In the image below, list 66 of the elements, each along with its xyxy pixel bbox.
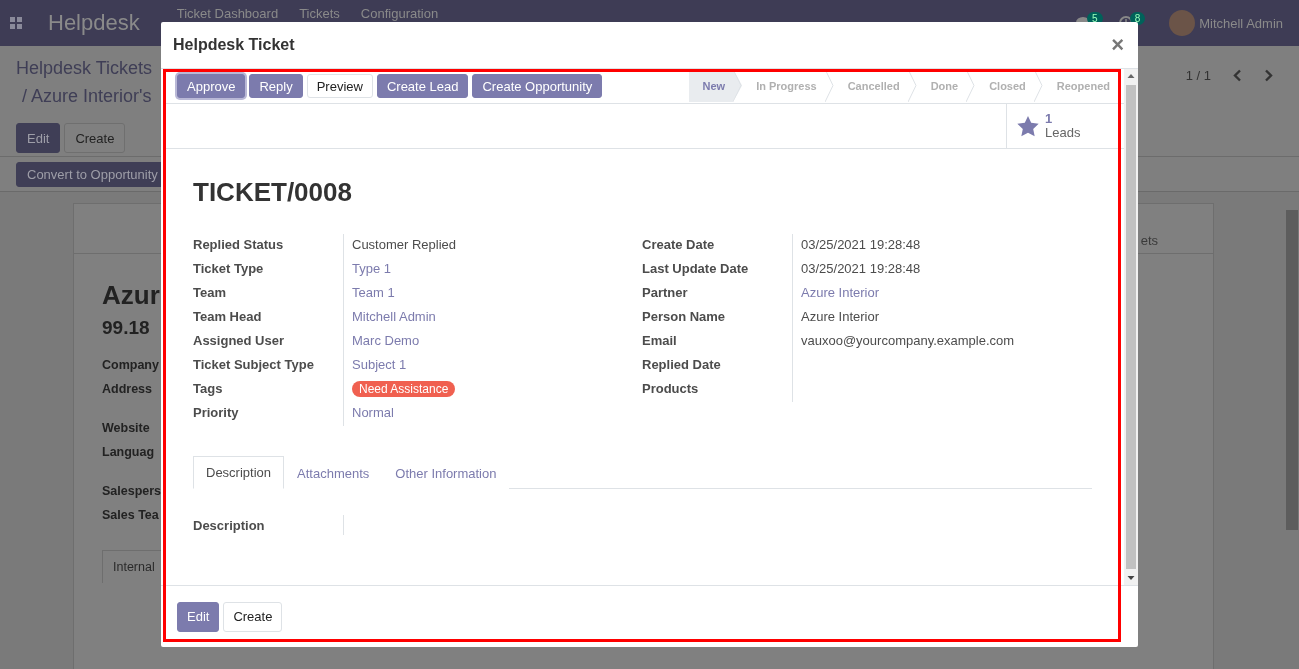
field-label: Assigned User [193, 332, 286, 350]
create-button[interactable]: Create [223, 601, 283, 632]
notebook-tab[interactable]: Description [193, 456, 285, 489]
ticket-number: TICKET/0008 [193, 177, 353, 208]
chevron-right-icon[interactable] [1264, 68, 1273, 82]
field-link[interactable]: Normal [352, 405, 394, 420]
field-label: Replied Date [642, 356, 722, 374]
action-button[interactable]: Create Lead [376, 74, 469, 98]
user-name[interactable]: Mitchell Admin [1199, 15, 1283, 31]
app-title: Helpdesk [48, 10, 140, 36]
tag-chip: Need Assistance [352, 381, 456, 397]
star-icon [1017, 115, 1039, 137]
field-label: Person Name [642, 308, 727, 326]
pager-value: 1 / 1 [1185, 67, 1211, 83]
field-label: Priority [193, 404, 240, 422]
field-label: Languag [102, 444, 155, 461]
activity-count-badge: 8 [1129, 11, 1146, 25]
chevron-separator-icon [733, 69, 743, 102]
close-button[interactable]: × [1109, 32, 1126, 58]
field-link[interactable]: Subject 1 [352, 357, 407, 372]
action-button[interactable]: Approve [177, 74, 246, 98]
field-value: Azure Interior [801, 309, 880, 324]
menu-item[interactable]: Configuration [360, 6, 439, 21]
field-label: Website [102, 420, 150, 437]
field-label: Team Head [193, 308, 263, 326]
field-link[interactable]: Marc Demo [352, 333, 420, 348]
field-label: Partner [642, 284, 689, 302]
record-title: Azur [102, 280, 160, 311]
field-value: 03/25/2021 19:28:48 [801, 237, 921, 252]
dialog-title: Helpdesk Ticket [173, 36, 296, 54]
field-label: Description [193, 517, 266, 535]
field-link[interactable]: Team 1 [352, 285, 395, 300]
record-subtitle: 99.18 [102, 317, 150, 339]
field-value: Customer Replied [352, 237, 457, 252]
field-value: vauxoo@yourcompany.example.com [801, 333, 1015, 348]
field-label: Sales Tea [102, 507, 159, 524]
breadcrumb-current: / Azure Interior's [22, 85, 152, 108]
action-button[interactable]: Reply [249, 74, 303, 98]
field-link[interactable]: Azure Interior [801, 285, 880, 300]
field-label: Ticket Type [193, 260, 265, 278]
field-value: 03/25/2021 19:28:48 [801, 261, 921, 276]
stat-button-label[interactable]: ets [1140, 233, 1158, 248]
edit-button[interactable]: Edit [16, 123, 61, 153]
menu-item[interactable]: Tickets [299, 6, 340, 21]
action-button[interactable]: Preview [306, 74, 373, 98]
field-label: Company [102, 357, 159, 374]
chevron-left-icon[interactable] [1233, 68, 1242, 82]
field-label: Last Update Date [642, 260, 750, 278]
action-button[interactable]: Create Opportunity [472, 74, 603, 98]
field-label: Email [642, 332, 678, 350]
field-label: Products [642, 380, 700, 398]
create-button[interactable]: Create [64, 123, 126, 153]
field-label: Create Date [642, 236, 716, 254]
field-label: Address [102, 381, 153, 398]
field-link[interactable]: Mitchell Admin [352, 309, 436, 324]
breadcrumb-link[interactable]: Helpdesk Tickets [16, 56, 153, 80]
field-label: Tags [193, 380, 224, 398]
menu-item[interactable]: Ticket Dashboard [176, 6, 279, 21]
field-label: Salespers [102, 483, 162, 500]
apps-grid-icon[interactable] [10, 17, 22, 29]
scrollbar[interactable] [1124, 69, 1138, 585]
edit-button[interactable]: Edit [177, 601, 220, 632]
field-label: Team [193, 284, 227, 302]
field-link[interactable]: Type 1 [352, 261, 392, 276]
field-label: Replied Status [193, 236, 285, 254]
field-label: Ticket Subject Type [193, 356, 315, 374]
